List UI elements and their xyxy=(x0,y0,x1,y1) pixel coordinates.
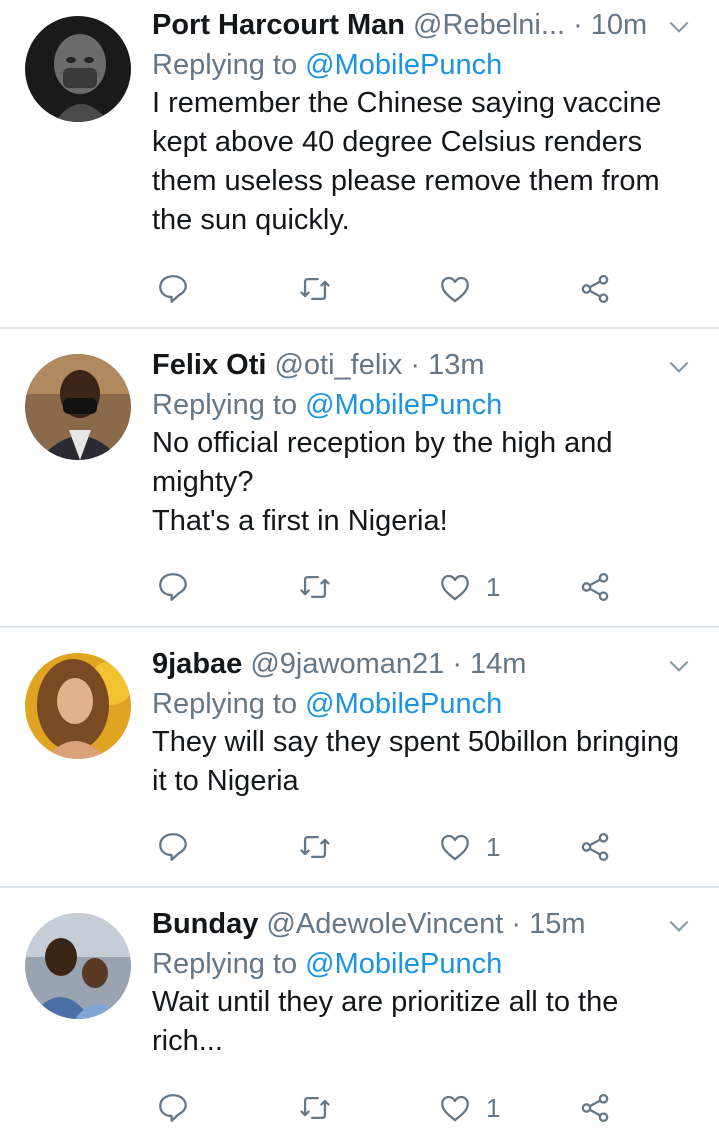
replying-to: Replying to @MobilePunch xyxy=(152,943,502,985)
timestamp[interactable]: 10m xyxy=(591,9,647,41)
tweet-text: They will say they spent 50billon bringi… xyxy=(152,726,680,797)
reply-button[interactable] xyxy=(156,1088,190,1128)
display-name[interactable]: 9jabae xyxy=(152,648,242,680)
retweet-button[interactable] xyxy=(298,1088,332,1128)
avatar[interactable] xyxy=(25,653,131,759)
avatar-image xyxy=(25,16,131,122)
replying-to: Replying to @MobilePunch xyxy=(152,384,502,426)
separator: · xyxy=(573,9,583,41)
reply-button[interactable] xyxy=(156,827,190,867)
action-bar: 1 xyxy=(0,827,719,867)
timestamp[interactable]: 13m xyxy=(428,349,484,381)
retweet-button[interactable] xyxy=(298,269,332,309)
display-name[interactable]: Port Harcourt Man xyxy=(152,9,405,41)
action-bar: 1 xyxy=(0,1088,719,1128)
tweet-text: I remember the Chinese saying vaccine ke… xyxy=(152,87,662,236)
mention-link[interactable]: @MobilePunch xyxy=(305,948,502,980)
divider xyxy=(0,886,719,888)
replying-to: Replying to @MobilePunch xyxy=(152,683,502,725)
avatar-image xyxy=(25,653,131,759)
heart-icon xyxy=(441,834,469,861)
divider xyxy=(0,626,719,628)
retweet-icon xyxy=(300,575,330,599)
avatar-image xyxy=(25,913,131,1019)
avatar[interactable] xyxy=(25,913,131,1019)
display-name[interactable]: Bunday xyxy=(152,908,258,940)
display-name[interactable]: Felix Oti xyxy=(152,349,266,381)
tweet-header: Felix Oti @oti_felix · 13m xyxy=(152,344,652,386)
avatar-image xyxy=(25,354,131,460)
replying-label: Replying to xyxy=(152,948,298,980)
avatar[interactable] xyxy=(25,16,131,122)
share-button[interactable] xyxy=(578,1088,612,1128)
like-count: 1 xyxy=(486,571,501,602)
retweet-icon xyxy=(300,1096,330,1120)
separator: · xyxy=(511,908,522,940)
share-icon xyxy=(581,572,609,602)
reply-icon xyxy=(159,573,187,601)
tweet-header: 9jabae @9jawoman21 · 14m xyxy=(152,643,652,685)
user-handle[interactable]: @Rebelni... xyxy=(413,9,565,41)
separator: · xyxy=(452,648,462,680)
share-icon xyxy=(581,274,609,304)
tweet-header: Bunday @AdewoleVincent · 15m xyxy=(152,903,652,945)
chevron-down-icon[interactable] xyxy=(666,913,692,939)
like-button[interactable]: 1 xyxy=(438,567,500,607)
mention-link[interactable]: @MobilePunch xyxy=(305,49,502,81)
share-icon xyxy=(581,832,609,862)
tweet-text: No official reception by the high and mi… xyxy=(152,427,613,537)
like-count: 1 xyxy=(486,1092,501,1123)
user-handle[interactable]: @oti_felix xyxy=(274,349,402,381)
replying-label: Replying to xyxy=(152,389,298,421)
replying-label: Replying to xyxy=(152,688,298,720)
action-bar xyxy=(0,269,719,309)
heart-icon xyxy=(441,574,469,601)
avatar[interactable] xyxy=(25,354,131,460)
user-handle[interactable]: @AdewoleVincent xyxy=(266,908,503,940)
tweet-text: Wait until they are prioritize all to th… xyxy=(152,986,619,1057)
replying-label: Replying to xyxy=(152,49,298,81)
reply-button[interactable] xyxy=(156,269,190,309)
share-button[interactable] xyxy=(578,827,612,867)
action-bar: 1 xyxy=(0,567,719,607)
retweet-icon xyxy=(300,277,330,301)
share-button[interactable] xyxy=(578,567,612,607)
like-count: 1 xyxy=(486,831,501,862)
reply-icon xyxy=(159,1094,187,1122)
timestamp[interactable]: 15m xyxy=(529,908,585,940)
share-icon xyxy=(581,1093,609,1123)
mention-link[interactable]: @MobilePunch xyxy=(305,688,502,720)
replying-to: Replying to @MobilePunch xyxy=(152,44,502,86)
heart-icon xyxy=(441,276,469,303)
retweet-button[interactable] xyxy=(298,827,332,867)
chevron-down-icon[interactable] xyxy=(666,14,692,40)
chevron-down-icon[interactable] xyxy=(666,354,692,380)
tweet-header: Port Harcourt Man @Rebelni... · 10m xyxy=(152,4,652,46)
share-button[interactable] xyxy=(578,269,612,309)
retweet-button[interactable] xyxy=(298,567,332,607)
reply-icon xyxy=(159,833,187,861)
chevron-down-icon[interactable] xyxy=(666,653,692,679)
like-button[interactable]: 1 xyxy=(438,827,500,867)
like-button[interactable] xyxy=(438,269,486,309)
heart-icon xyxy=(441,1095,469,1122)
separator: · xyxy=(410,349,420,381)
timestamp[interactable]: 14m xyxy=(470,648,526,680)
mention-link[interactable]: @MobilePunch xyxy=(305,389,502,421)
like-button[interactable]: 1 xyxy=(438,1088,500,1128)
retweet-icon xyxy=(300,835,330,859)
reply-icon xyxy=(159,275,187,303)
user-handle[interactable]: @9jawoman21 xyxy=(250,648,444,680)
reply-button[interactable] xyxy=(156,567,190,607)
divider xyxy=(0,327,719,329)
